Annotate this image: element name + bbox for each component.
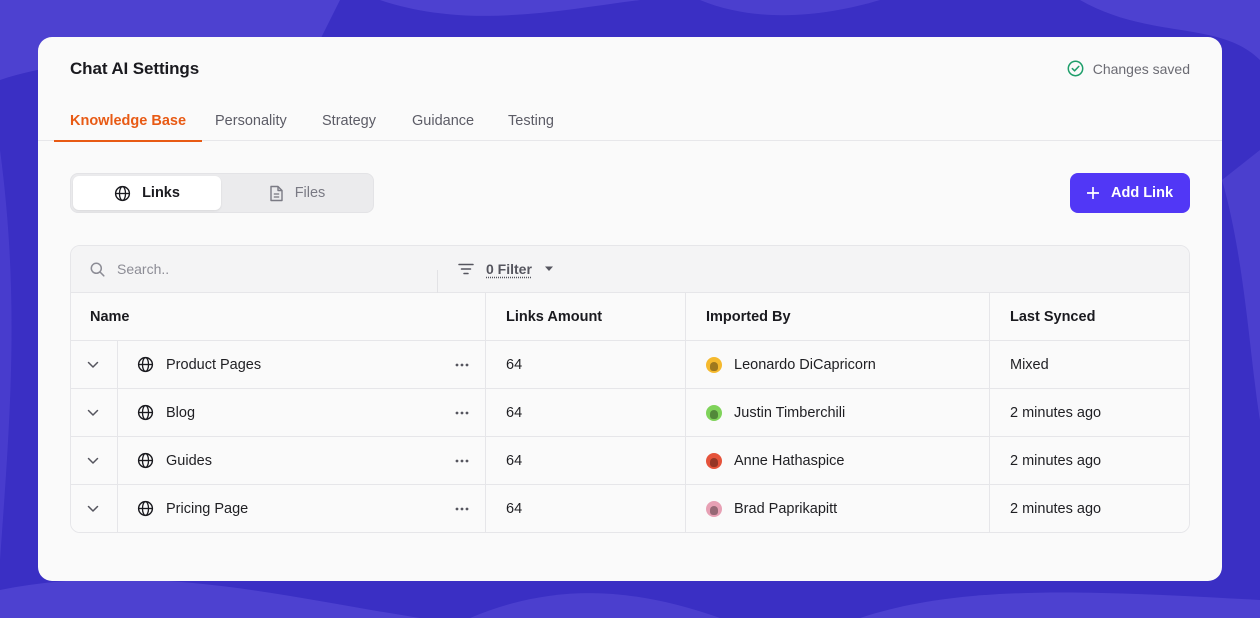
links-segment-label: Links [142,185,180,201]
row-name: Blog [166,404,196,421]
row-last-synced: Mixed [1010,356,1049,373]
table-row[interactable]: Pricing Page 64 Brad Paprikapitt 2 minut… [71,485,1189,532]
tab-personality[interactable]: Personality [215,101,287,141]
imported-by: Brad Paprikapitt [706,485,837,532]
globe-icon [137,341,155,388]
imported-by-name: Brad Paprikapitt [734,500,838,517]
row-last-synced: 2 minutes ago [1010,404,1102,421]
row-name: Product Pages [166,356,262,373]
add-link-button[interactable]: Add Link [1070,173,1190,213]
save-status-text: Changes saved [1092,60,1190,77]
imported-by-name: Anne Hathaspice [734,452,845,469]
table-row[interactable]: Blog 64 Justin Timberchili 2 minutes ago [71,389,1189,437]
imported-by: Anne Hathaspice [706,437,844,484]
column-header-links-amount[interactable]: Links Amount [506,293,602,340]
tab-bar: Knowledge Base Personality Strategy Guid… [38,101,1222,142]
filter-icon [458,263,474,275]
check-circle-icon [1067,60,1084,77]
row-links-amount: 64 [506,452,523,469]
table-row[interactable]: Guides 64 Anne Hathaspice 2 minutes ago [71,437,1189,485]
search-icon [90,262,105,277]
row-last-synced: 2 minutes ago [1010,500,1102,517]
table-header: Name Links Amount Imported By Last Synce… [71,293,1189,341]
globe-icon [137,437,155,484]
table-toolbar: 0 Filter [71,246,1189,293]
column-header-last-synced[interactable]: Last Synced [1010,293,1095,340]
column-header-name[interactable]: Name [90,293,130,340]
tab-knowledge-base[interactable]: Knowledge Base [53,101,203,142]
globe-icon [137,389,155,436]
filter-button[interactable]: 0 Filter [458,258,554,280]
imported-by: Leonardo DiCapricorn [706,341,876,388]
avatar [706,404,722,421]
row-links-amount: 64 [506,356,523,373]
links-table: 0 Filter Name Links Amount Imported By L… [70,245,1190,533]
table-row[interactable]: Product Pages 64 Leonardo DiCapricorn Mi… [71,341,1189,389]
row-last-synced: 2 minutes ago [1010,452,1102,469]
search-input[interactable] [117,258,417,280]
expand-chevron-icon[interactable] [87,389,101,436]
column-header-imported-by[interactable]: Imported By [706,293,791,340]
row-name: Pricing Page [166,500,249,517]
more-options-icon[interactable] [453,485,471,532]
more-options-icon[interactable] [453,341,471,388]
links-segment[interactable]: Links [73,176,221,210]
imported-by: Justin Timberchili [706,389,845,436]
file-icon [269,185,283,201]
files-segment-label: Files [294,185,326,201]
filter-label: 0 Filter [486,261,532,277]
caret-down-icon [544,266,553,271]
more-options-icon[interactable] [453,437,471,484]
tab-strategy[interactable]: Strategy [322,101,376,141]
avatar [706,356,722,373]
add-link-label: Add Link [1110,185,1174,201]
tab-guidance[interactable]: Guidance [412,101,474,141]
avatar [706,500,722,517]
toolbar-divider [437,270,438,293]
expand-chevron-icon[interactable] [87,437,101,484]
plus-icon [1086,187,1099,199]
globe-icon [114,185,131,201]
more-options-icon[interactable] [453,389,471,436]
imported-by-name: Leonardo DiCapricorn [734,356,876,373]
globe-icon [137,485,155,532]
row-links-amount: 64 [506,404,523,421]
imported-by-name: Justin Timberchili [734,404,846,421]
source-type-toggle: Links Files [70,173,374,213]
expand-chevron-icon[interactable] [87,485,101,532]
page-title: Chat AI Settings [70,59,200,78]
settings-card: Chat AI Settings Changes saved Knowledge… [38,37,1222,581]
save-status: Changes saved [1067,60,1190,77]
tab-testing[interactable]: Testing [508,101,554,141]
row-name: Guides [166,452,212,469]
expand-chevron-icon[interactable] [87,341,101,388]
avatar [706,452,722,469]
files-segment[interactable]: Files [223,176,371,210]
row-links-amount: 64 [506,500,523,517]
